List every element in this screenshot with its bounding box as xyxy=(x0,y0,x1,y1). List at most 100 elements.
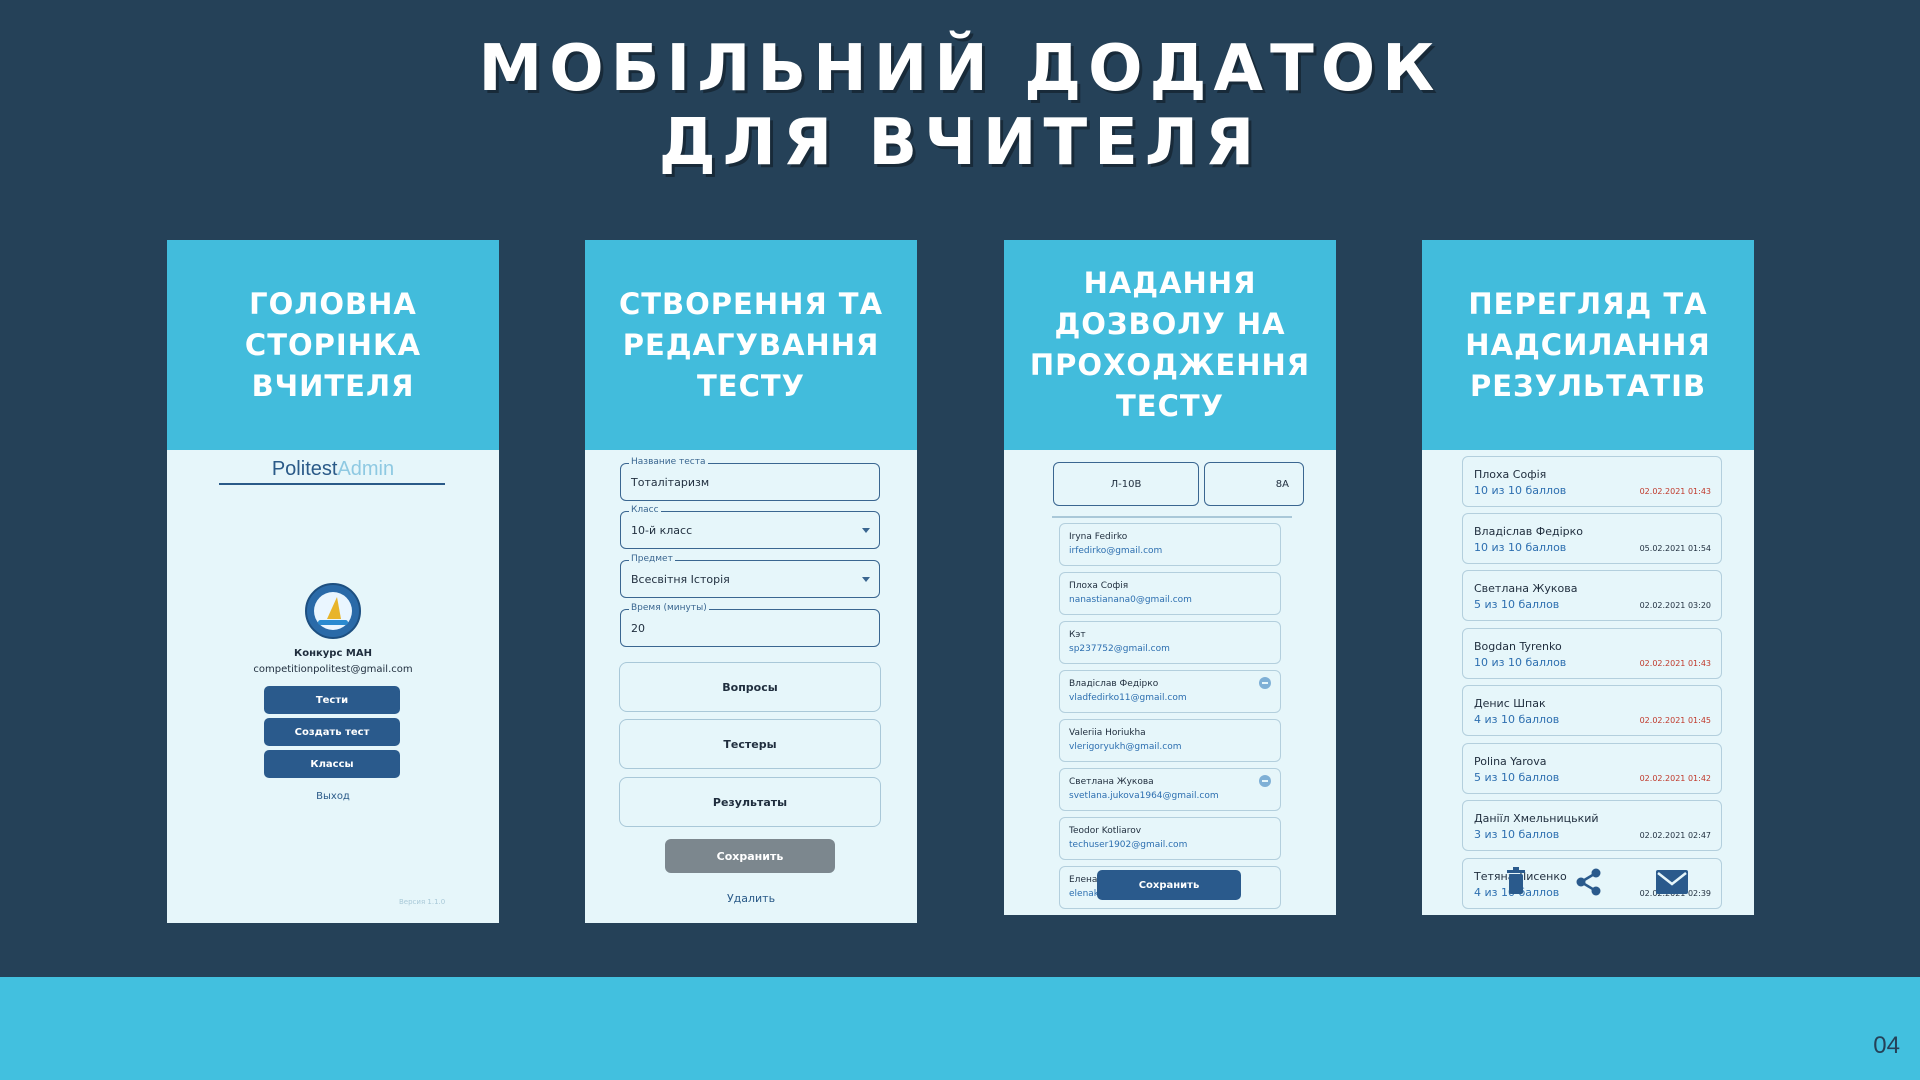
heading-line: СТОРІНКА xyxy=(244,327,422,362)
class-select[interactable]: Класс 10-й класс xyxy=(620,505,880,549)
share-icon[interactable] xyxy=(1574,867,1604,897)
app-logo: PolitestAdmin xyxy=(167,458,499,481)
tester-name: Teodor Kotliarov xyxy=(1069,826,1142,836)
tester-name: Valeriia Horiukha xyxy=(1069,728,1146,738)
result-score: 5 из 10 баллов xyxy=(1474,598,1560,611)
screen-bottom-edge xyxy=(1422,915,1754,923)
footer-band xyxy=(0,977,1920,1080)
classes-button[interactable]: Классы xyxy=(264,750,400,778)
delete-link[interactable]: Удалить xyxy=(585,892,917,905)
result-score: 3 из 10 баллов xyxy=(1474,828,1560,841)
tester-email: vlerigoryukh@gmail.com xyxy=(1069,742,1182,752)
heading-line: ПРОХОДЖЕННЯ xyxy=(1029,348,1311,382)
contest-name: Конкурс МАН xyxy=(294,648,372,659)
result-row[interactable]: Polina Yarova 5 из 10 баллов 02.02.2021 … xyxy=(1462,743,1722,794)
create-test-button[interactable]: Создать тест xyxy=(264,718,400,746)
mail-icon[interactable] xyxy=(1656,870,1688,894)
result-date: 02.02.2021 01:43 xyxy=(1639,487,1711,496)
logo-main: Politest xyxy=(271,458,338,480)
result-name: Плоха Софія xyxy=(1474,468,1547,481)
result-row[interactable]: Bogdan Tyrenko 10 из 10 баллов 02.02.202… xyxy=(1462,628,1722,679)
title-line-2: ДЛЯ ВЧИТЕЛЯ xyxy=(658,106,1262,180)
tester-email: sp237752@gmail.com xyxy=(1069,644,1170,654)
tester-email: irfedirko@gmail.com xyxy=(1069,546,1163,556)
card-edit-test: СТВОРЕННЯ ТА РЕДАГУВАННЯ ТЕСТУ Название … xyxy=(585,240,917,923)
tester-name: Светлана Жукова xyxy=(1069,777,1154,787)
result-row[interactable]: Светлана Жукова 5 из 10 баллов 02.02.202… xyxy=(1462,570,1722,621)
tester-name: Кэт xyxy=(1069,630,1086,640)
remove-icon[interactable] xyxy=(1259,775,1271,787)
card-heading: ГОЛОВНА СТОРІНКА ВЧИТЕЛЯ xyxy=(167,240,499,450)
heading-line: СТВОРЕННЯ ТА xyxy=(618,286,884,321)
tester-row[interactable]: Teodor Kotliarov techuser1902@gmail.com xyxy=(1059,817,1281,860)
time-field[interactable]: Время (минуты) 20 xyxy=(620,603,880,647)
card-heading: ПЕРЕГЛЯД ТА НАДСИЛАННЯ РЕЗУЛЬТАТІВ xyxy=(1422,240,1754,450)
result-score: 10 из 10 баллов xyxy=(1474,541,1567,554)
heading-line: ТЕСТУ xyxy=(696,368,805,403)
result-name: Bogdan Tyrenko xyxy=(1474,640,1562,653)
remove-icon[interactable] xyxy=(1259,677,1271,689)
result-date: 02.02.2021 01:42 xyxy=(1639,774,1711,783)
questions-button[interactable]: Вопросы xyxy=(619,662,881,712)
heading-line: ТЕСТУ xyxy=(1115,389,1224,423)
account-email: competitionpolitest@gmail.com xyxy=(253,664,413,675)
phone-screen-home: PolitestAdmin Конкурс МАН competitionpol… xyxy=(167,450,499,923)
field-label: Название теста xyxy=(629,457,708,467)
logo-underline xyxy=(219,483,445,485)
heading-line: РЕДАГУВАННЯ xyxy=(622,327,880,362)
testers-button[interactable]: Тестеры xyxy=(619,719,881,769)
heading-line: НАДАННЯ xyxy=(1083,266,1257,300)
tester-email: nanastianana0@gmail.com xyxy=(1069,595,1192,605)
card-heading: НАДАННЯ ДОЗВОЛУ НА ПРОХОДЖЕННЯ ТЕСТУ xyxy=(1004,240,1336,450)
result-score: 10 из 10 баллов xyxy=(1474,656,1567,669)
subject-select[interactable]: Предмет Всесвітня Історія xyxy=(620,554,880,598)
tester-email: svetlana.jukova1964@gmail.com xyxy=(1069,791,1219,801)
result-name: Светлана Жукова xyxy=(1474,582,1578,595)
tester-row[interactable]: Кэт sp237752@gmail.com xyxy=(1059,621,1281,664)
result-row[interactable]: Денис Шпак 4 из 10 баллов 02.02.2021 01:… xyxy=(1462,685,1722,736)
exit-link[interactable]: Выход xyxy=(167,791,499,802)
title-line-1: МОБІЛЬНИЙ ДОДАТОК xyxy=(478,32,1442,106)
version-label: Версия 1.1.0 xyxy=(399,898,446,906)
card-results: ПЕРЕГЛЯД ТА НАДСИЛАННЯ РЕЗУЛЬТАТІВ Плоха… xyxy=(1422,240,1754,923)
field-value: 10-й класс xyxy=(631,524,693,537)
contest-emblem-icon xyxy=(305,583,361,639)
result-name: Даніїл Хмельницький xyxy=(1474,812,1599,825)
card-heading: СТВОРЕННЯ ТА РЕДАГУВАННЯ ТЕСТУ xyxy=(585,240,917,450)
tester-row[interactable]: Iryna Fedirko irfedirko@gmail.com xyxy=(1059,523,1281,566)
field-value: Тоталітаризм xyxy=(631,476,710,489)
page-number: 04 xyxy=(1873,1032,1900,1059)
class-tab[interactable]: 8А xyxy=(1204,462,1304,506)
result-date: 02.02.2021 01:43 xyxy=(1639,659,1711,668)
tester-name: Iryna Fedirko xyxy=(1069,532,1128,542)
result-score: 5 из 10 баллов xyxy=(1474,771,1560,784)
result-date: 05.02.2021 01:54 xyxy=(1639,544,1711,553)
field-label: Класс xyxy=(629,505,661,515)
test-name-field[interactable]: Название теста Тоталітаризм xyxy=(620,457,880,501)
heading-line: ВЧИТЕЛЯ xyxy=(251,368,415,403)
save-button[interactable]: Сохранить xyxy=(665,839,835,873)
tester-row[interactable]: Владіслав Федірко vladfedirko11@gmail.co… xyxy=(1059,670,1281,713)
result-row[interactable]: Плоха Софія 10 из 10 баллов 02.02.2021 0… xyxy=(1462,456,1722,507)
result-date: 02.02.2021 03:20 xyxy=(1639,601,1711,610)
save-button[interactable]: Сохранить xyxy=(1097,870,1241,900)
heading-line: РЕЗУЛЬТАТІВ xyxy=(1469,368,1707,403)
screen-bottom-edge xyxy=(1004,915,1336,923)
tester-name: Плоха Софія xyxy=(1069,581,1129,591)
tabs-divider xyxy=(1052,516,1292,518)
result-row[interactable]: Владіслав Федірко 10 из 10 баллов 05.02.… xyxy=(1462,513,1722,564)
class-tab[interactable]: Л-10В xyxy=(1053,462,1199,506)
results-button[interactable]: Результаты xyxy=(619,777,881,827)
trash-icon[interactable] xyxy=(1504,867,1528,895)
tester-email: vladfedirko11@gmail.com xyxy=(1069,693,1187,703)
tester-row[interactable]: Valeriia Horiukha vlerigoryukh@gmail.com xyxy=(1059,719,1281,762)
heading-line: ГОЛОВНА xyxy=(249,286,417,321)
result-row[interactable]: Даніїл Хмельницький 3 из 10 баллов 02.02… xyxy=(1462,800,1722,851)
tests-button[interactable]: Тести xyxy=(264,686,400,714)
heading-line: ДОЗВОЛУ НА xyxy=(1054,307,1286,341)
tester-email: elenak xyxy=(1069,889,1100,899)
field-value: 20 xyxy=(631,622,645,635)
result-name: Polina Yarova xyxy=(1474,755,1547,768)
tester-row[interactable]: Светлана Жукова svetlana.jukova1964@gmai… xyxy=(1059,768,1281,811)
tester-row[interactable]: Плоха Софія nanastianana0@gmail.com xyxy=(1059,572,1281,615)
